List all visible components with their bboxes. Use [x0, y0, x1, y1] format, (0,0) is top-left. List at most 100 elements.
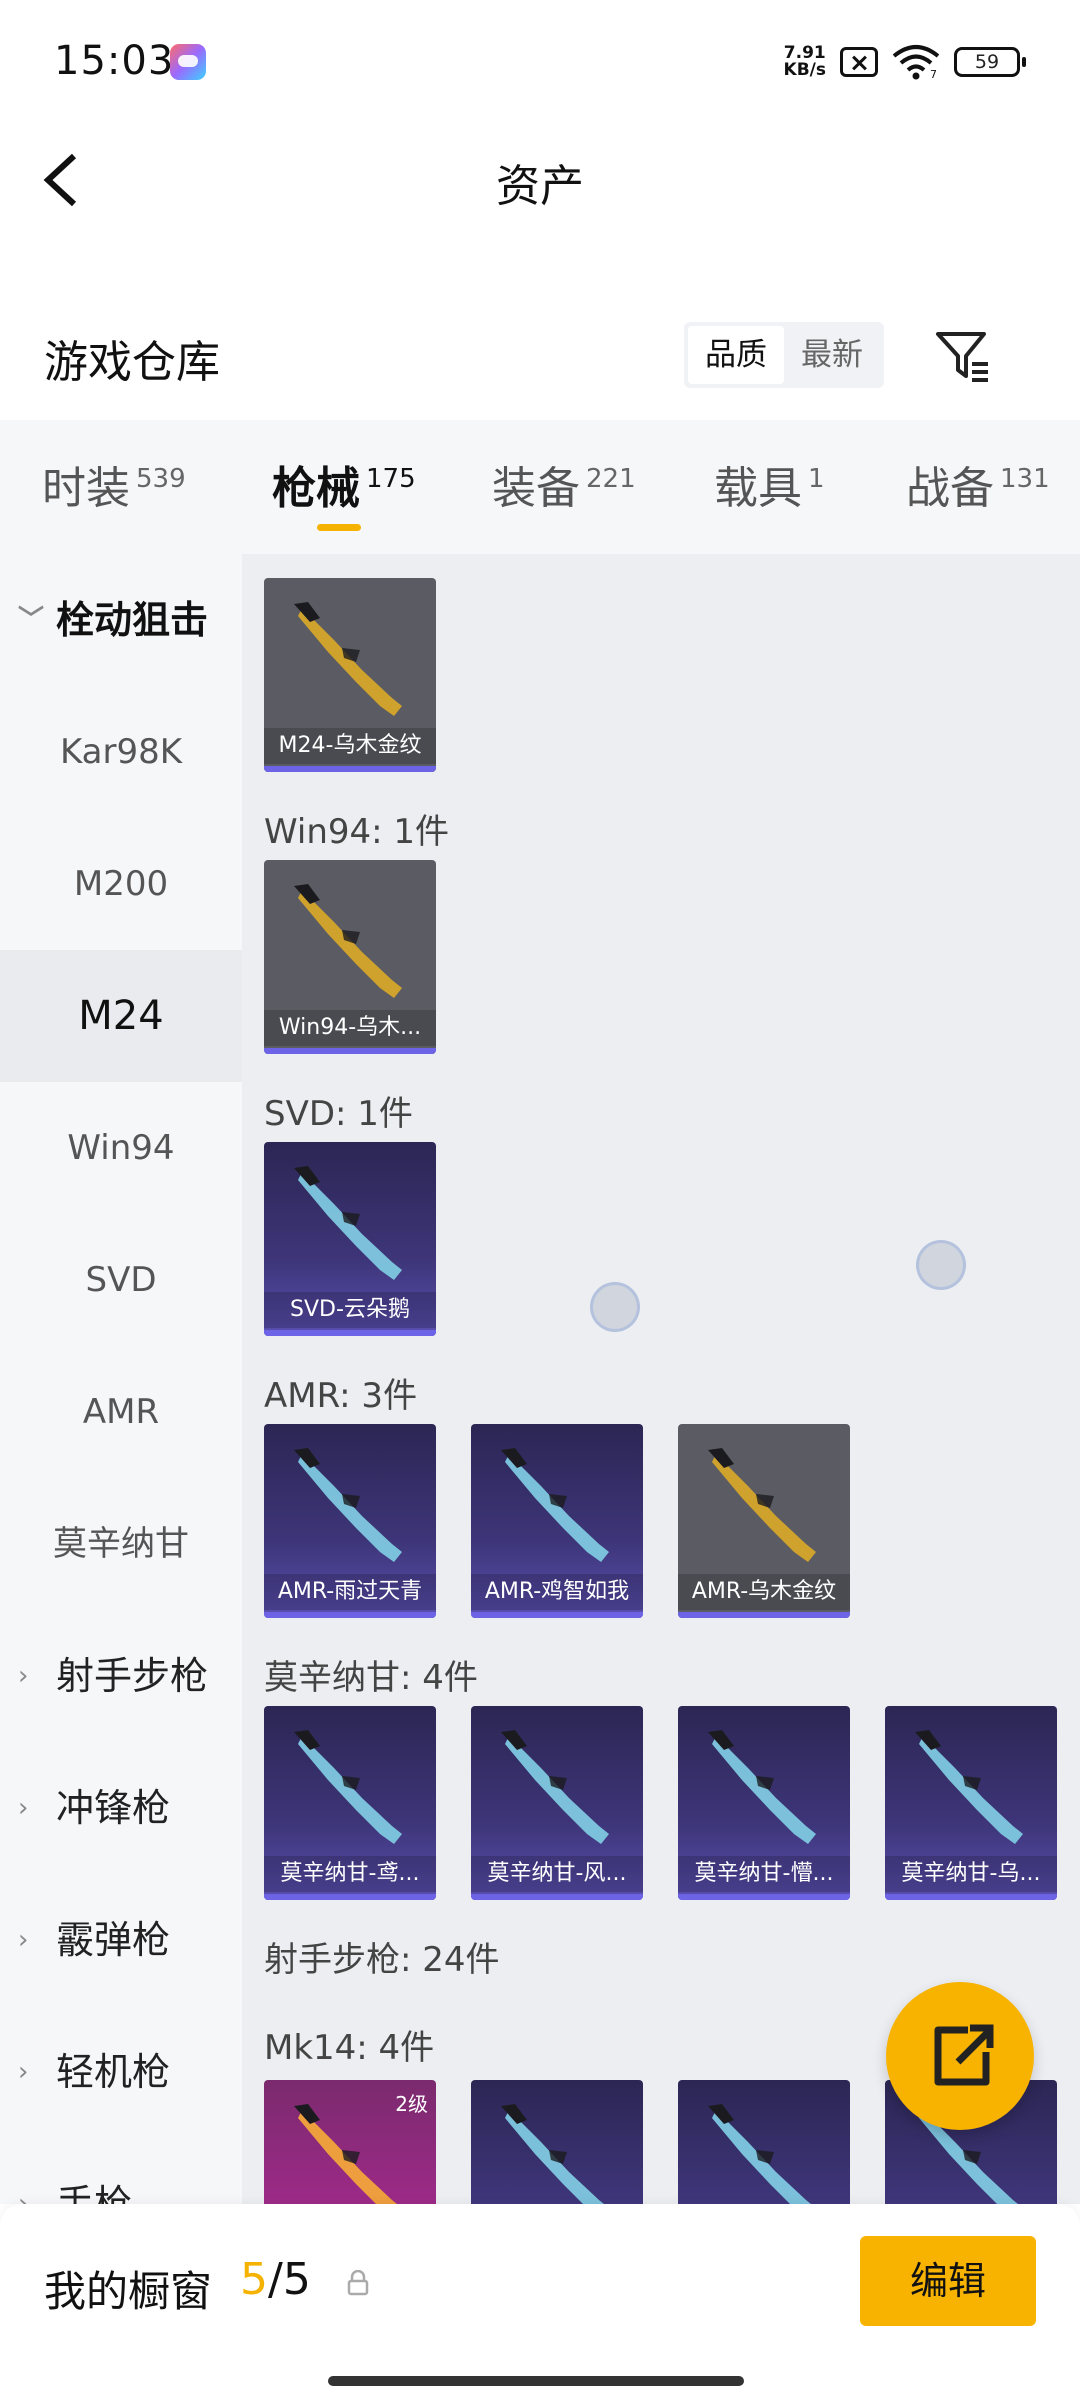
tab-vehicles[interactable]: 载具 1: [714, 452, 825, 516]
showcase-bar: 我的橱窗 5/5 编辑: [0, 2204, 1080, 2400]
level-badge: 2级: [395, 2092, 428, 2116]
chevron-right-icon: ›: [18, 2057, 29, 2087]
weapon-image: [294, 1166, 402, 1280]
weapon-card[interactable]: M24-乌木金纹: [264, 578, 436, 772]
sidebar-item-m24[interactable]: M24: [0, 950, 242, 1082]
category-tabs: 时装 539 枪械 175 装备 221 载具 1 战备 131: [0, 420, 1080, 554]
tab-label: 装备: [492, 463, 580, 514]
rarity-bar: [678, 1894, 850, 1900]
tab-count: 1: [808, 464, 825, 494]
weapon-card[interactable]: [471, 2080, 643, 2204]
rarity-bar: [471, 1612, 643, 1618]
rarity-bar: [471, 1894, 643, 1900]
touch-indicator: [590, 1282, 640, 1332]
sidebar-item-amr[interactable]: AMR: [0, 1346, 242, 1478]
tab-label: 时装: [42, 463, 130, 514]
status-bar: 15:03 7.91 KB/s 7 59: [0, 0, 1080, 130]
status-indicators: 7.91 KB/s 7 59: [784, 40, 1026, 84]
wifi-icon: 7: [892, 45, 940, 80]
rarity-bar: [264, 1048, 436, 1054]
weapon-image: [501, 2104, 604, 2204]
weapon-name: AMR-雨过天青: [264, 1574, 436, 1610]
sidebar-item-mosin[interactable]: 莫辛纳甘: [0, 1478, 242, 1610]
sort-option-newest[interactable]: 最新: [784, 326, 880, 384]
chevron-right-icon: ›: [18, 1925, 29, 1955]
weapon-name: 莫辛纳甘-乌...: [885, 1856, 1057, 1892]
weapon-name: AMR-乌木金纹: [678, 1574, 850, 1610]
sidebar-group-shotgun[interactable]: › 霰弹枪: [0, 1874, 242, 2006]
sim-off-icon: [840, 47, 878, 77]
weapon-name: SVD-云朵鹅: [264, 1292, 436, 1328]
sidebar-group-bolt-sniper[interactable]: ﹀ 栓动狙击: [0, 554, 242, 686]
sidebar-group-label: 霰弹枪: [56, 1918, 171, 1962]
share-fab-button[interactable]: [886, 1982, 1034, 2130]
section-label: SVD: 1件: [264, 1094, 413, 1134]
weapon-card[interactable]: 莫辛纳甘-乌...: [885, 1706, 1057, 1900]
showcase-current: 5: [240, 2254, 268, 2305]
sort-option-quality[interactable]: 品质: [688, 326, 784, 384]
sidebar-item-win94[interactable]: Win94: [0, 1082, 242, 1214]
weapon-image: [708, 1730, 816, 1844]
sidebar-group-dmr[interactable]: › 射手步枪: [0, 1610, 242, 1742]
weapon-card[interactable]: AMR-乌木金纹: [678, 1424, 850, 1618]
weapon-card[interactable]: 莫辛纳甘-懵...: [678, 1706, 850, 1900]
weapon-card[interactable]: Win94-乌木...: [264, 860, 436, 1054]
share-external-icon: [934, 2024, 994, 2086]
edit-button[interactable]: 编辑: [860, 2236, 1036, 2326]
section-label: AMR: 3件: [264, 1376, 418, 1416]
tab-firearms[interactable]: 枪械 175: [272, 452, 416, 516]
game-center-icon: [170, 44, 206, 80]
tab-label: 战备: [906, 463, 994, 514]
weapon-card[interactable]: 莫辛纳甘-风...: [471, 1706, 643, 1900]
tab-label: 枪械: [272, 463, 360, 514]
sidebar-group-pistol[interactable]: › 手枪: [0, 2138, 242, 2204]
battery-icon: 59: [954, 47, 1026, 77]
touch-indicator: [916, 1240, 966, 1290]
weapon-card[interactable]: AMR-鸡智如我: [471, 1424, 643, 1618]
sidebar-item-svd[interactable]: SVD: [0, 1214, 242, 1346]
network-speed: 7.91 KB/s: [784, 45, 826, 79]
sidebar-group-label: 冲锋枪: [56, 1786, 171, 1830]
tab-count: 539: [136, 464, 186, 494]
showcase-total: 5: [282, 2254, 311, 2305]
chevron-down-icon: ﹀: [18, 605, 45, 635]
weapon-type-sidebar: ﹀ 栓动狙击 Kar98K M200 M24 Win94 SVD AMR 莫辛纳…: [0, 554, 242, 2204]
wifi-badge: 7: [930, 68, 937, 80]
filter-button[interactable]: [930, 322, 996, 388]
weapon-name: Win94-乌木...: [264, 1010, 436, 1046]
weapon-card[interactable]: 2级: [264, 2080, 436, 2204]
sidebar-group-lmg[interactable]: › 轻机枪: [0, 2006, 242, 2138]
weapon-name: AMR-鸡智如我: [471, 1574, 643, 1610]
tab-fashion[interactable]: 时装 539: [42, 452, 186, 516]
warehouse-title: 游戏仓库: [44, 337, 220, 388]
rarity-bar: [264, 1330, 436, 1336]
weapon-card[interactable]: SVD-云朵鹅: [264, 1142, 436, 1336]
sidebar-item-m200[interactable]: M200: [0, 818, 242, 950]
page-title: 资产: [496, 161, 584, 212]
weapon-image: [294, 1730, 402, 1844]
tab-supplies[interactable]: 战备 131: [906, 452, 1050, 516]
home-indicator: [328, 2376, 744, 2386]
weapon-card[interactable]: AMR-雨过天青: [264, 1424, 436, 1618]
weapon-image: [708, 1448, 816, 1562]
sidebar-item-kar98k[interactable]: Kar98K: [0, 686, 242, 818]
weapon-image: [294, 602, 402, 716]
rarity-bar: [264, 766, 436, 772]
showcase-separator: /: [268, 2254, 283, 2305]
weapon-card[interactable]: [678, 2080, 850, 2204]
rarity-bar: [885, 1894, 1057, 1900]
tab-count: 131: [1000, 464, 1050, 494]
sidebar-group-smg[interactable]: › 冲锋枪: [0, 1742, 242, 1874]
rarity-bar: [264, 1894, 436, 1900]
rarity-bar: [264, 1612, 436, 1618]
weapon-image: [294, 1448, 402, 1562]
weapon-image: [708, 2104, 811, 2204]
active-tab-indicator: [317, 524, 361, 531]
filter-list-icon: [936, 332, 988, 382]
weapon-card[interactable]: 莫辛纳甘-鸢...: [264, 1706, 436, 1900]
tab-equipment[interactable]: 装备 221: [492, 452, 636, 516]
weapon-image: [501, 1448, 609, 1562]
section-label: Win94: 1件: [264, 812, 450, 852]
weapon-name: M24-乌木金纹: [264, 728, 436, 764]
network-speed-unit: KB/s: [783, 60, 826, 80]
